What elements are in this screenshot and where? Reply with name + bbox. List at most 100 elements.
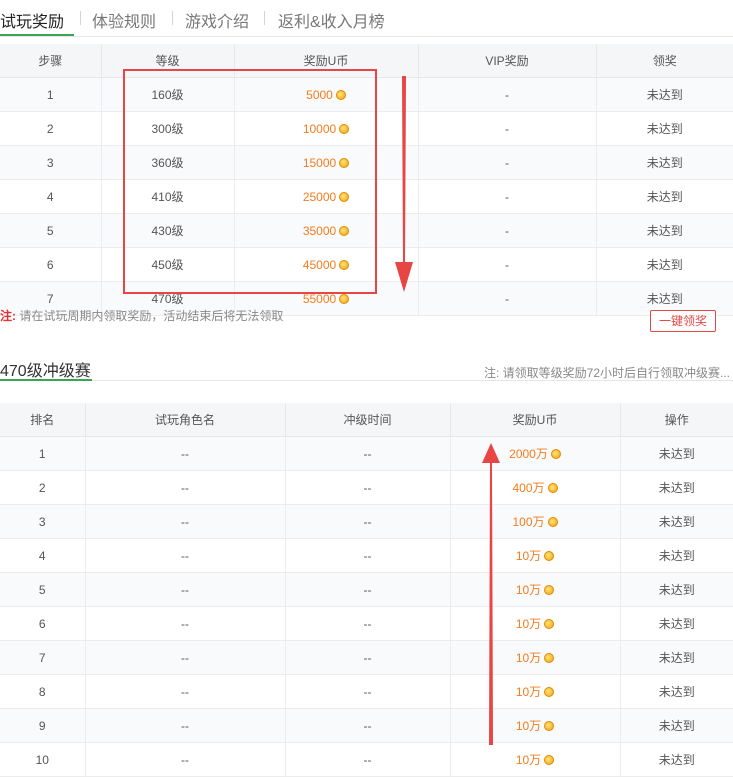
rank-cell-value: 1: [38, 446, 46, 461]
rank-cell: 4: [0, 538, 86, 573]
table-row: 1 -- -- 2000万 未达到: [0, 436, 733, 471]
rank-cell: 8: [0, 674, 86, 709]
coin-cell: 100万: [449, 504, 621, 539]
table-row: 7 -- -- 10万 未达到: [0, 640, 733, 675]
action-status-cell: 未达到: [619, 538, 733, 573]
action-status-cell: 未达到: [619, 708, 733, 743]
role-name-cell: --: [84, 504, 286, 539]
tab-divider: [264, 11, 265, 25]
rank-cell-value: 4: [38, 548, 46, 563]
claim-status-cell-value: 未达到: [646, 156, 683, 170]
vip-cell-value: -: [505, 189, 509, 204]
race-time-cell-value: --: [363, 684, 372, 699]
action-status-cell: 未达到: [619, 572, 733, 607]
coin-cell: 10万: [449, 674, 621, 709]
coin-cell-value: 5000: [306, 87, 333, 102]
claim-status-cell-value: 未达到: [646, 258, 683, 272]
coin-cell: 400万: [449, 470, 621, 505]
race-time-cell: --: [284, 504, 451, 539]
vip-cell: -: [417, 145, 597, 180]
coin-cell: 2000万: [449, 436, 621, 471]
race-time-cell-value: --: [363, 582, 372, 597]
rank-cell: 1: [0, 436, 86, 471]
role-name-cell-value: --: [181, 582, 189, 597]
rank-cell: 9: [0, 708, 86, 743]
action-status-cell-value: 未达到: [658, 753, 695, 767]
coin-icon: [339, 123, 350, 134]
role-name-cell: --: [84, 606, 286, 641]
coin-icon: [544, 551, 555, 561]
coin-cell-value: 10万: [515, 583, 542, 597]
coin-icon: [544, 653, 555, 663]
race-section-note: 注: 请领取等级奖励72小时后自行领取冲级赛...: [484, 366, 731, 380]
claim-status-cell-value: 未达到: [646, 122, 683, 136]
coin-cell-value: 10万: [515, 685, 542, 699]
race-time-cell-value: --: [363, 616, 372, 631]
race-time-cell: --: [284, 640, 451, 675]
race-time-cell-value: --: [363, 480, 372, 495]
claim-status-cell: 未达到: [595, 247, 733, 282]
table-row: 5 430级 35000 - 未达到: [0, 213, 733, 248]
action-status-cell: 未达到: [619, 436, 733, 471]
role-name-cell: --: [84, 640, 286, 675]
coin-icon: [335, 89, 346, 100]
action-status-cell-value: 未达到: [658, 617, 695, 631]
table-header-row: 排名 试玩角色名 冲级时间 奖励U币 操作: [0, 403, 733, 437]
step-cell: 1: [0, 77, 102, 112]
rank-cell-value: 2: [38, 480, 46, 495]
vip-cell-value: -: [505, 223, 509, 238]
race-time-cell: --: [284, 436, 451, 471]
tab-game-intro[interactable]: 游戏介绍: [185, 8, 249, 32]
step-cell-value: 3: [46, 155, 54, 170]
table-row: 3 360级 15000 - 未达到: [0, 145, 733, 180]
claim-status-cell-value: 未达到: [646, 224, 683, 238]
note-label: 注:: [0, 309, 16, 323]
action-status-cell: 未达到: [619, 504, 733, 539]
reward-note: 注: 请在试玩周期内领取奖励，活动结束后将无法领取: [0, 307, 283, 324]
role-name-cell: --: [84, 674, 286, 709]
col-header-coins: 奖励U币: [233, 44, 419, 78]
step-cell: 5: [0, 213, 102, 248]
coin-cell-value: 10000: [302, 121, 337, 136]
tab-divider: [172, 11, 173, 25]
claim-status-cell: 未达到: [595, 213, 733, 248]
level-cell: 450级: [100, 247, 235, 282]
step-cell: 4: [0, 179, 102, 214]
coin-cell-value: 10万: [515, 549, 542, 563]
race-time-cell-value: --: [363, 752, 372, 767]
tab-experience-rules[interactable]: 体验规则: [92, 8, 156, 32]
claim-status-cell: 未达到: [595, 145, 733, 180]
rank-cell-value: 7: [38, 650, 46, 665]
col-header-action: 操作: [619, 403, 733, 437]
col-header-step: 步骤: [0, 44, 102, 78]
level-cell: 160级: [100, 77, 235, 112]
step-cell: 3: [0, 145, 102, 180]
claim-all-button[interactable]: 一键领奖: [650, 310, 716, 332]
table-row: 2 -- -- 400万 未达到: [0, 470, 733, 505]
tab-bar: 试玩奖励 体验规则 游戏介绍 返利&收入月榜: [0, 0, 733, 37]
race-title-underline: [0, 379, 92, 381]
action-status-cell: 未达到: [619, 674, 733, 709]
rank-cell-value: 10: [35, 752, 49, 767]
step-cell-value: 1: [46, 87, 54, 102]
action-status-cell-value: 未达到: [658, 515, 695, 529]
race-time-cell-value: --: [363, 446, 372, 461]
action-status-cell-value: 未达到: [658, 719, 695, 733]
claim-status-cell-value: 未达到: [646, 190, 683, 204]
role-name-cell-value: --: [181, 616, 189, 631]
coin-icon: [544, 619, 555, 629]
race-time-cell-value: --: [363, 718, 372, 733]
level-reward-table: 步骤 等级 奖励U币 VIP奖励 领奖 1 160级 5000 - 未达到 2 300级 10…: [0, 44, 733, 316]
race-time-cell: --: [284, 470, 451, 505]
level-cell-value: 360级: [151, 156, 184, 170]
table-row: 4 410级 25000 - 未达到: [0, 179, 733, 214]
level-cell: 410级: [100, 179, 235, 214]
level-cell-value: 470级: [151, 292, 184, 306]
tab-rebate-ranking[interactable]: 返利&收入月榜: [278, 8, 385, 32]
tab-trial-rewards[interactable]: 试玩奖励: [0, 8, 64, 32]
coin-icon: [339, 157, 350, 168]
coin-icon: [339, 191, 350, 202]
rank-cell: 2: [0, 470, 86, 505]
rank-cell-value: 8: [38, 684, 46, 699]
coin-cell: 45000: [233, 247, 419, 282]
